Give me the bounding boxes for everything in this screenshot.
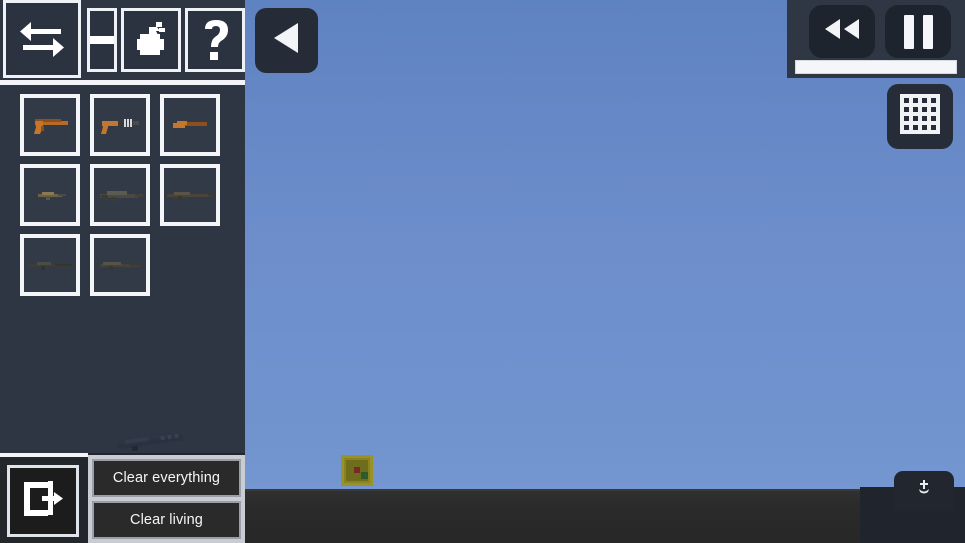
weapon-slot-machine-pistol[interactable] bbox=[90, 94, 150, 156]
bottom-toolbar-divider bbox=[0, 453, 88, 457]
pause-icon bbox=[903, 14, 933, 49]
playback-panel bbox=[787, 0, 965, 78]
sidebar-tabbar bbox=[0, 0, 245, 78]
app-root: Clear everything Clear living bbox=[0, 0, 965, 543]
rewind-icon bbox=[822, 16, 862, 47]
grenade-icon bbox=[132, 20, 170, 60]
triangle-left-icon bbox=[270, 20, 304, 61]
tabbar-divider bbox=[0, 80, 245, 85]
tab-help[interactable] bbox=[185, 8, 245, 72]
exit-button[interactable] bbox=[7, 465, 79, 537]
timeline-slider[interactable] bbox=[795, 60, 957, 74]
back-button[interactable] bbox=[255, 8, 318, 73]
crate-detail-green bbox=[361, 472, 368, 479]
exit-door-icon bbox=[20, 478, 66, 525]
clear-everything-button[interactable]: Clear everything bbox=[92, 459, 241, 497]
rewind-button[interactable] bbox=[809, 5, 875, 58]
grid-mesh-icon bbox=[898, 92, 942, 141]
weapon-slot-assault-rifle[interactable] bbox=[90, 164, 150, 226]
pause-button[interactable] bbox=[885, 5, 951, 58]
swap-arrows-icon bbox=[17, 19, 67, 59]
crate-inner-face bbox=[346, 460, 368, 481]
tab-grenade[interactable] bbox=[121, 8, 181, 72]
more-options-button[interactable] bbox=[894, 471, 954, 511]
sidebar-panel bbox=[0, 0, 245, 453]
dropped-rifle-sprite[interactable] bbox=[113, 430, 198, 452]
anchor-icon bbox=[918, 480, 930, 499]
clear-actions-group: Clear everything Clear living bbox=[88, 455, 245, 543]
weapon-slot-compact-rifle[interactable] bbox=[20, 164, 80, 226]
clear-living-button[interactable]: Clear living bbox=[92, 501, 241, 539]
arrow-right-icon bbox=[90, 27, 114, 53]
weapon-slot-marksman-rifle[interactable] bbox=[90, 234, 150, 296]
weapon-slot-pistol[interactable] bbox=[20, 94, 80, 156]
question-mark-icon bbox=[199, 18, 231, 62]
grid-toggle-button[interactable] bbox=[887, 84, 953, 149]
weapon-slot-grid bbox=[20, 94, 230, 304]
weapon-slot-battle-rifle[interactable] bbox=[160, 164, 220, 226]
weapon-slot-sawed-off-shotgun[interactable] bbox=[160, 94, 220, 156]
tab-transfer[interactable] bbox=[3, 0, 81, 78]
weapon-slot-sniper-rifle[interactable] bbox=[20, 234, 80, 296]
tab-spawn[interactable] bbox=[87, 8, 117, 72]
crate-detail-red bbox=[354, 467, 360, 473]
crate-entity[interactable] bbox=[341, 455, 373, 486]
